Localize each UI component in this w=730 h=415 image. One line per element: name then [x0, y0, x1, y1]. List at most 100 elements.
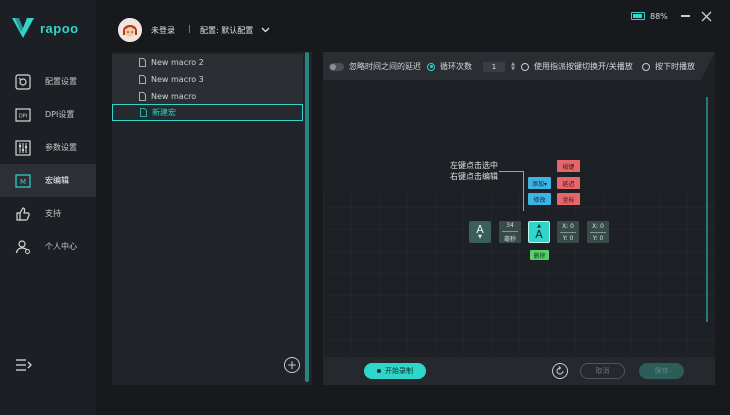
sidebar-item-macro[interactable]: M 宏编辑 — [0, 164, 96, 197]
key-event-press[interactable]: A ▼ — [469, 221, 491, 243]
insert-delay-button[interactable]: 延迟 — [557, 177, 580, 189]
coordinate-divider — [590, 231, 606, 233]
sidebar-item-config[interactable]: 配置设置 — [0, 65, 96, 98]
brand-name: rapoo — [40, 20, 79, 36]
battery-icon — [631, 12, 645, 20]
editor-hint: 左键点击选中 右键点击编辑 — [450, 160, 498, 182]
close-icon[interactable] — [701, 11, 712, 22]
sidebar-item-label: 宏编辑 — [45, 176, 69, 185]
macro-editor: 忽略时间之间的延迟 循环次数 1 ▲ ▼ 使用指派按键切换开/关播放 按下时播放 … — [323, 52, 715, 385]
sidebar-item-support[interactable]: 支持 — [0, 197, 96, 230]
svg-text:M: M — [20, 178, 26, 186]
coordinate-x: X: 0 — [592, 222, 604, 230]
delete-button[interactable]: 删除 — [530, 250, 549, 260]
battery-level — [633, 14, 642, 18]
toggle-play-radio[interactable] — [521, 62, 529, 71]
macro-list: New macro 2 New macro 3 New macro 新建宏 + — [112, 52, 312, 385]
loop-count-input[interactable]: 1 — [483, 61, 505, 72]
add-macro-button[interactable]: + — [284, 357, 300, 373]
ignore-delay-option[interactable]: 忽略时间之间的延迟 — [329, 61, 421, 72]
loop-count-stepper[interactable]: ▲ ▼ — [510, 61, 516, 72]
sidebar-item-params[interactable]: 参数设置 — [0, 131, 96, 164]
sidebar-item-label: 个人中心 — [45, 242, 77, 251]
sidebar-item-label: 参数设置 — [45, 143, 77, 152]
user-icon — [15, 239, 31, 255]
rapoo-v-logo-icon — [12, 18, 34, 38]
toggle-play-option[interactable]: 使用指派按键切换开/关播放 — [521, 61, 633, 72]
delay-divider — [502, 230, 518, 232]
macro-name: 新建宏 — [152, 108, 176, 117]
macro-name: New macro 2 — [151, 58, 204, 67]
file-icon — [139, 75, 146, 84]
modify-button[interactable]: 修改 — [528, 193, 551, 205]
start-record-button[interactable]: 开始录制 — [364, 363, 426, 379]
loop-label: 循环次数 — [440, 62, 472, 71]
macro-list-scrollbar[interactable] — [305, 52, 309, 382]
hint-left-click: 左键点击选中 — [450, 161, 498, 170]
config-icon — [15, 73, 31, 90]
refresh-icon — [556, 366, 564, 375]
file-icon — [139, 58, 146, 67]
hold-play-radio[interactable] — [642, 62, 650, 71]
delay-event[interactable]: 34 毫秒 — [499, 221, 521, 243]
config-selector[interactable]: 配置: 默认配置 — [200, 25, 253, 36]
start-record-label: 开始录制 — [385, 367, 413, 375]
insert-key-button[interactable]: 按键 — [557, 160, 580, 172]
add-button[interactable]: 添加▾ — [528, 177, 551, 189]
avatar[interactable] — [118, 18, 142, 42]
hint-leader-line-vertical — [523, 171, 524, 211]
save-button[interactable]: 保存 — [639, 363, 684, 379]
hold-play-option[interactable]: 按下时播放 — [642, 61, 695, 72]
loop-radio[interactable] — [427, 62, 435, 71]
delay-value: 34 — [506, 221, 514, 229]
macro-list-item[interactable]: New macro — [112, 88, 303, 105]
key-event-release-selected[interactable]: ▲ A — [528, 221, 550, 243]
reset-button[interactable] — [552, 363, 568, 379]
macro-list-item[interactable]: New macro 2 — [112, 54, 303, 71]
dpi-icon: DPI — [15, 107, 31, 123]
record-dot-icon — [377, 369, 381, 373]
coordinate-x: X: 0 — [562, 222, 574, 230]
thumbs-up-icon — [15, 206, 31, 222]
coordinate-event[interactable]: X: 0 Y: 0 — [557, 221, 579, 243]
macro-name: New macro 3 — [151, 75, 204, 84]
ignore-delay-toggle[interactable] — [329, 62, 344, 71]
sidebar-item-profile[interactable]: 个人中心 — [0, 230, 96, 263]
svg-text:DPI: DPI — [19, 113, 27, 119]
coordinate-y: Y: 0 — [562, 234, 574, 242]
user-name[interactable]: 未登录 — [151, 25, 175, 36]
macro-list-item-selected[interactable]: 新建宏 — [112, 104, 303, 121]
sidebar: rapoo 配置设置 DPI DPI设置 参数设置 M 宏编辑 支持 个人中心 — [0, 0, 96, 415]
sliders-icon — [15, 139, 31, 156]
stepper-down-icon[interactable]: ▼ — [511, 66, 515, 72]
sidebar-nav: 配置设置 DPI DPI设置 参数设置 M 宏编辑 支持 个人中心 — [0, 65, 96, 263]
insert-coordinate-button[interactable]: 坐标 — [557, 193, 580, 205]
loop-option[interactable]: 循环次数 1 ▲ ▼ — [427, 61, 516, 72]
file-icon — [140, 108, 147, 117]
hint-right-click: 右键点击编辑 — [450, 172, 498, 181]
arrow-down-icon: ▼ — [478, 234, 482, 240]
header-separator: | — [188, 24, 191, 33]
cancel-button[interactable]: 取消 — [580, 363, 625, 379]
sidebar-item-label: 支持 — [45, 209, 61, 218]
macro-name: New macro — [151, 92, 197, 101]
key-letter: A — [535, 228, 543, 241]
coordinate-event[interactable]: X: 0 Y: 0 — [587, 221, 609, 243]
delay-unit: 毫秒 — [503, 235, 516, 243]
avatar-face-icon — [118, 18, 142, 42]
editor-grid-background — [323, 192, 715, 362]
options-bar-corner — [701, 52, 715, 80]
chevron-down-icon[interactable] — [261, 25, 270, 34]
file-icon — [139, 92, 146, 101]
hold-play-label: 按下时播放 — [655, 62, 695, 71]
editor-footer: 开始录制 取消 保存 — [323, 357, 715, 385]
sidebar-item-dpi[interactable]: DPI DPI设置 — [0, 98, 96, 131]
menu-collapse-icon[interactable] — [16, 358, 32, 372]
battery-percent: 88% — [650, 12, 668, 21]
editor-scrollbar[interactable] — [706, 97, 708, 322]
macro-icon: M — [15, 173, 31, 189]
ignore-delay-label: 忽略时间之间的延迟 — [349, 62, 421, 71]
coordinate-y: Y: 0 — [592, 234, 604, 242]
macro-list-item[interactable]: New macro 3 — [112, 71, 303, 88]
minimize-button[interactable] — [681, 15, 690, 17]
